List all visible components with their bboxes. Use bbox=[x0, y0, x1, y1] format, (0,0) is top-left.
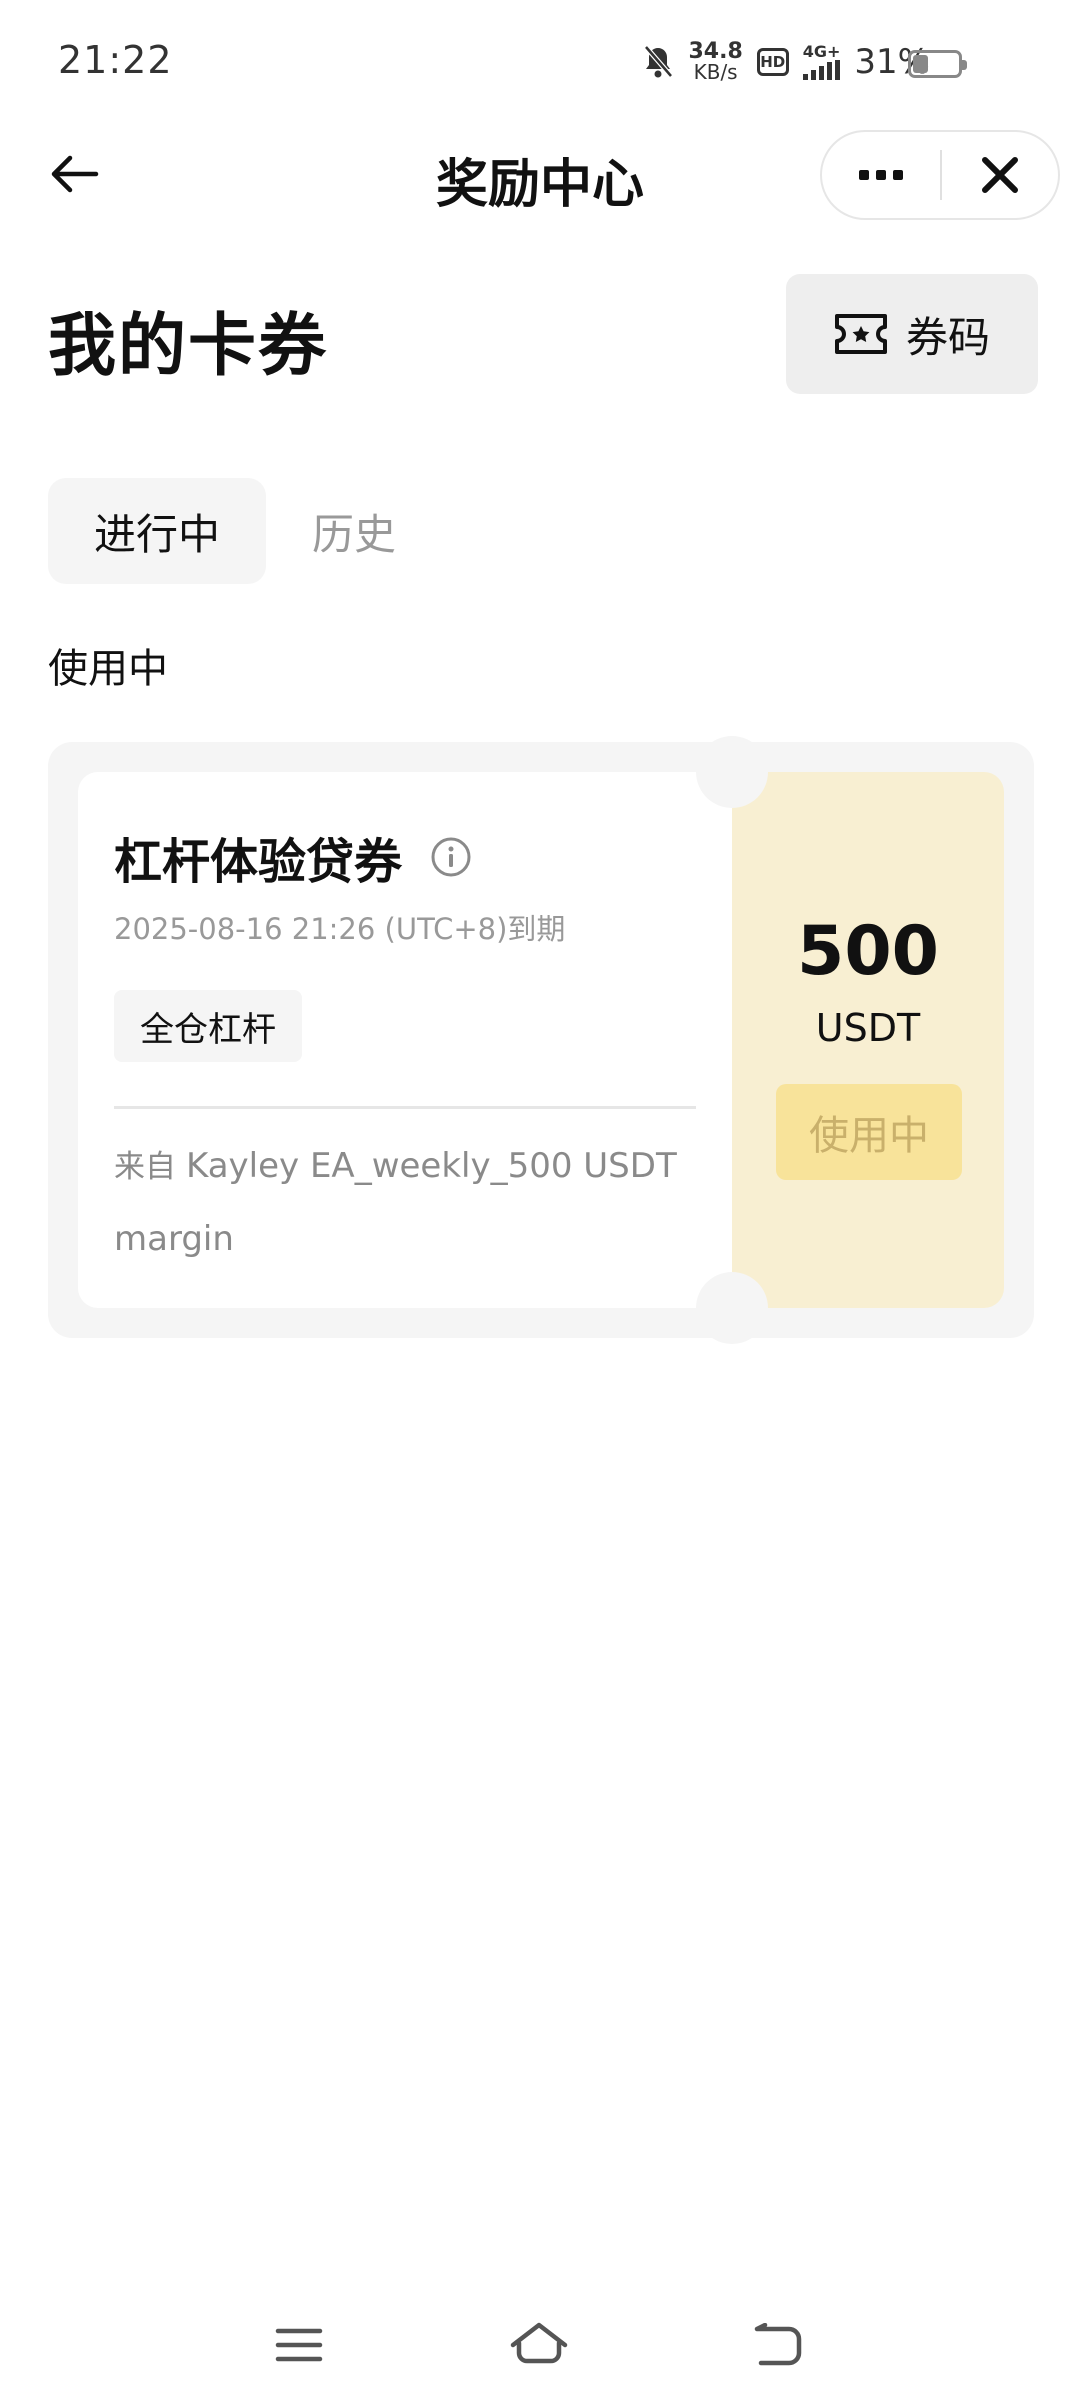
system-back-button[interactable] bbox=[744, 2310, 814, 2380]
network-type: 4G+ bbox=[802, 42, 841, 61]
coupon-notch-top bbox=[696, 736, 768, 808]
home-icon bbox=[510, 2322, 568, 2364]
mute-bell-icon bbox=[644, 45, 674, 78]
battery-fill bbox=[913, 55, 928, 73]
coupon-details: 杠杆体验贷券 2025-08-16 21:26 (UTC+8)到期 全仓杠杆 来… bbox=[78, 772, 732, 1308]
net-speed: 34.8 KB/s bbox=[688, 39, 743, 84]
more-dots-icon bbox=[859, 170, 869, 180]
coupon-value-panel: 500 USDT 使用中 bbox=[732, 772, 1004, 1308]
close-icon bbox=[982, 157, 1018, 193]
status-indicators: 34.8 KB/s HD 4G+ 31% bbox=[642, 40, 930, 84]
ticket-icon bbox=[834, 314, 887, 354]
coupon-source: 来自 Kayley EA_weekly_500 USDT margin bbox=[114, 1130, 694, 1275]
coupon-status-button[interactable]: 使用中 bbox=[776, 1084, 962, 1180]
close-button[interactable] bbox=[942, 132, 1058, 218]
coupon-code-label: 券码 bbox=[905, 312, 990, 362]
coupon-source-name: Kayley EA_weekly_500 USDT margin bbox=[114, 1146, 677, 1259]
signal-indicator: 4G+ bbox=[802, 42, 841, 80]
coupon-expiry: 2025-08-16 21:26 (UTC+8)到期 bbox=[114, 912, 566, 946]
coupon-divider bbox=[114, 1106, 696, 1109]
coupon-amount: 500 bbox=[797, 912, 939, 991]
system-nav-bar bbox=[0, 2290, 1080, 2400]
coupon-name-row: 杠杆体验贷券 bbox=[114, 822, 472, 892]
coupon-name: 杠杆体验贷券 bbox=[114, 834, 403, 890]
net-speed-value: 34.8 bbox=[688, 39, 743, 64]
hd-badge: HD bbox=[756, 48, 789, 76]
coupon[interactable]: 杠杆体验贷券 2025-08-16 21:26 (UTC+8)到期 全仓杠杆 来… bbox=[78, 736, 1004, 1344]
signal-bars-icon bbox=[802, 60, 840, 80]
coupon-card: 杠杆体验贷券 2025-08-16 21:26 (UTC+8)到期 全仓杠杆 来… bbox=[48, 736, 1034, 1344]
nav-bar: 奖励中心 bbox=[0, 120, 1080, 230]
back-return-icon bbox=[754, 2323, 802, 2366]
section-label-in-use: 使用中 bbox=[48, 646, 168, 692]
battery-icon bbox=[908, 50, 967, 78]
coupon-unit: USDT bbox=[815, 1006, 921, 1050]
status-time: 21:22 bbox=[58, 38, 173, 82]
net-speed-unit: KB/s bbox=[693, 60, 738, 84]
tab-bar: 进行中 历史 bbox=[48, 478, 442, 584]
coupon-tag: 全仓杠杆 bbox=[114, 990, 302, 1062]
status-bar: 21:22 34.8 KB/s HD 4G+ 31% bbox=[0, 0, 1080, 120]
menu-icon bbox=[275, 2328, 323, 2362]
mini-program-capsule bbox=[820, 130, 1060, 220]
more-button[interactable] bbox=[822, 132, 940, 218]
coupon-source-prefix: 来自 bbox=[114, 1149, 176, 1185]
page-title: 我的卡券 bbox=[48, 307, 329, 386]
system-menu-button[interactable] bbox=[264, 2310, 334, 2380]
coupon-notch-bottom bbox=[696, 1272, 768, 1344]
system-home-button[interactable] bbox=[504, 2310, 574, 2380]
coupon-code-button[interactable]: 券码 bbox=[786, 274, 1038, 394]
tab-in-progress[interactable]: 进行中 bbox=[48, 478, 267, 584]
info-icon[interactable] bbox=[430, 836, 472, 878]
tab-history[interactable]: 历史 bbox=[266, 478, 442, 584]
